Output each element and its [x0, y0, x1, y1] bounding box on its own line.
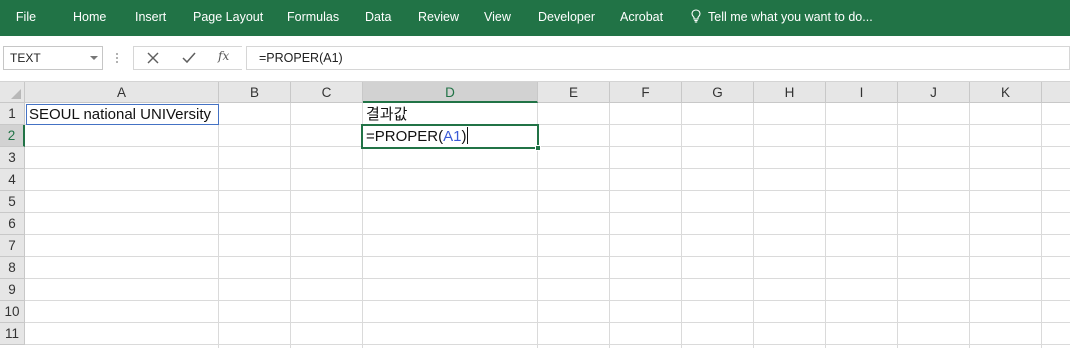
select-all-button[interactable]: [0, 82, 25, 103]
formula-suffix: ): [461, 128, 467, 145]
gridline: [753, 103, 754, 348]
row-header-4[interactable]: 4: [0, 169, 25, 191]
column-header-c[interactable]: C: [291, 82, 363, 103]
row-header-3[interactable]: 3: [0, 147, 25, 169]
column-header-f[interactable]: F: [610, 82, 682, 103]
row-header-5[interactable]: 5: [0, 191, 25, 213]
tab-data[interactable]: Data: [365, 0, 391, 36]
column-header-partial: [1042, 82, 1070, 103]
formula-bar: TEXT fx =PROPER(A1): [0, 36, 1070, 82]
row-header-2[interactable]: 2: [0, 125, 25, 147]
gridline: [290, 103, 291, 348]
tab-home[interactable]: Home: [73, 0, 106, 36]
column-header-a[interactable]: A: [25, 82, 219, 103]
active-cell-d2[interactable]: =PROPER(A1): [361, 124, 541, 151]
fill-handle[interactable]: [535, 145, 541, 151]
row-header-10[interactable]: 10: [0, 301, 25, 323]
chevron-down-icon[interactable]: [90, 56, 98, 60]
tab-developer[interactable]: Developer: [538, 0, 595, 36]
column-header-k[interactable]: K: [970, 82, 1042, 103]
ribbon-tab-bar: File Home Insert Page Layout Formulas Da…: [0, 0, 1070, 36]
gridline: [609, 103, 610, 348]
gridline: [1041, 103, 1042, 348]
formula-input[interactable]: =PROPER(A1): [246, 46, 1070, 70]
gridline: [25, 256, 1070, 257]
gridline: [25, 234, 1070, 235]
tab-view[interactable]: View: [484, 0, 511, 36]
name-box-value: TEXT: [10, 51, 41, 65]
formula-prefix: =PROPER(: [366, 128, 444, 145]
gridline: [25, 146, 1070, 147]
column-header-j[interactable]: J: [898, 82, 970, 103]
select-all-triangle-icon: [11, 89, 21, 99]
gridline: [825, 103, 826, 348]
row-header-8[interactable]: 8: [0, 257, 25, 279]
gridline: [218, 103, 219, 348]
tab-insert[interactable]: Insert: [135, 0, 166, 36]
formula-buttons: fx: [133, 46, 242, 70]
tell-me-search[interactable]: Tell me what you want to do...: [691, 0, 873, 36]
row-header-7[interactable]: 7: [0, 235, 25, 257]
tab-review[interactable]: Review: [418, 0, 459, 36]
gridline: [25, 212, 1070, 213]
row-header-11[interactable]: 11: [0, 323, 25, 345]
tab-acrobat[interactable]: Acrobat: [620, 0, 663, 36]
column-header-i[interactable]: I: [826, 82, 898, 103]
gridline: [25, 300, 1070, 301]
gridline: [25, 190, 1070, 191]
column-header-b[interactable]: B: [219, 82, 291, 103]
gridline: [25, 278, 1070, 279]
tab-page-layout[interactable]: Page Layout: [193, 0, 263, 36]
worksheet-grid[interactable]: A B C D E F G H I J K 1 2 3 4 5 6 7 8 9 …: [0, 82, 1070, 348]
close-icon[interactable]: [142, 49, 164, 67]
row-header-1[interactable]: 1: [0, 103, 25, 125]
gridline: [25, 322, 1070, 323]
gridline: [897, 103, 898, 348]
column-header-e[interactable]: E: [538, 82, 610, 103]
gridline: [25, 344, 1070, 345]
column-header-g[interactable]: G: [682, 82, 754, 103]
column-header-h[interactable]: H: [754, 82, 826, 103]
gridline: [681, 103, 682, 348]
text-cursor: [467, 127, 469, 144]
column-header-d[interactable]: D: [363, 82, 538, 103]
formula-reference: A1: [443, 128, 462, 145]
row-header-6[interactable]: 6: [0, 213, 25, 235]
tell-me-label: Tell me what you want to do...: [708, 10, 873, 24]
name-box[interactable]: TEXT: [3, 46, 103, 70]
cell-d1[interactable]: 결과값: [366, 105, 407, 125]
cell-d2-editor[interactable]: =PROPER(A1): [366, 127, 469, 147]
drag-handle-icon[interactable]: [114, 50, 120, 66]
row-header-9[interactable]: 9: [0, 279, 25, 301]
gridline: [25, 168, 1070, 169]
tab-formulas[interactable]: Formulas: [287, 0, 339, 36]
insert-function-button[interactable]: fx: [218, 49, 229, 63]
cell-a1[interactable]: SEOUL national UNIVersity: [29, 105, 211, 125]
formula-text: =PROPER(A1): [259, 51, 343, 65]
gridline: [969, 103, 970, 348]
lightbulb-icon: [691, 9, 701, 23]
tab-file[interactable]: File: [0, 0, 52, 36]
checkmark-icon[interactable]: [178, 49, 200, 67]
